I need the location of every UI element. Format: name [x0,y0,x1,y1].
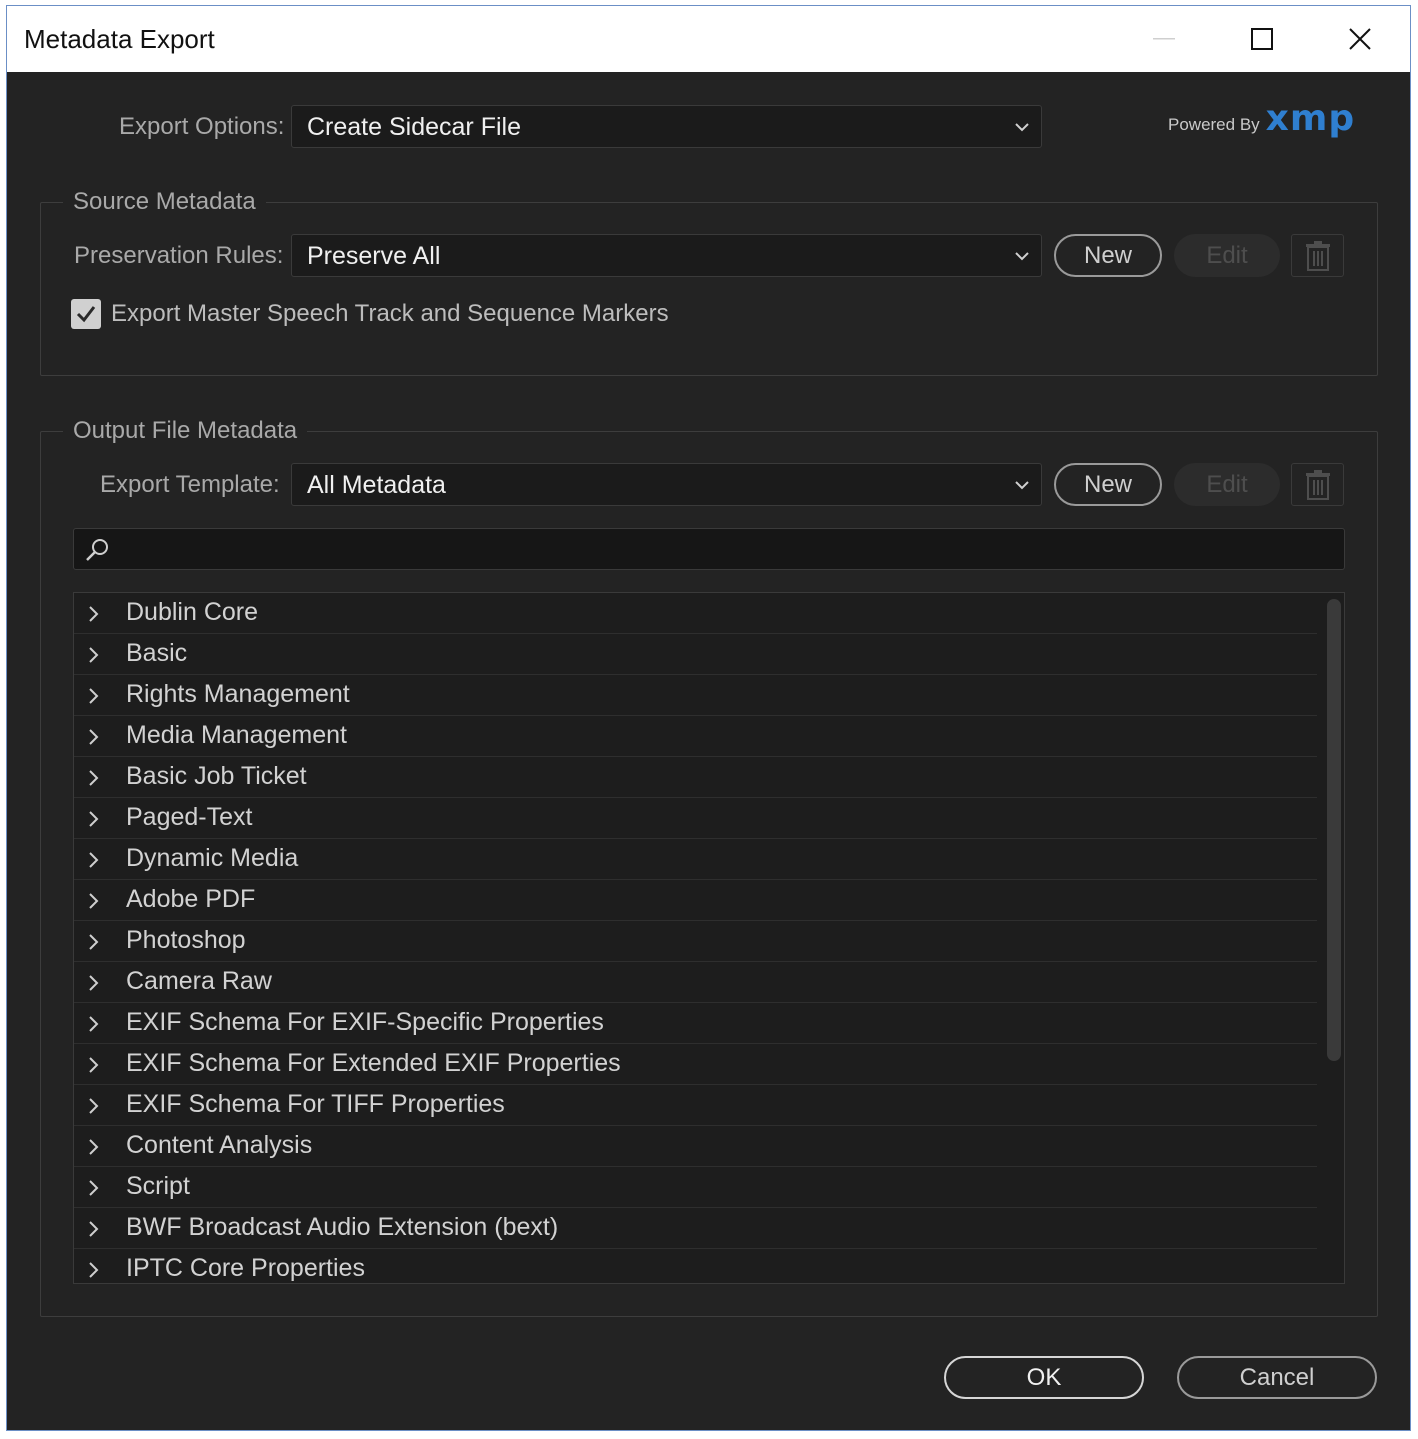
tree-row[interactable]: Dynamic Media [74,839,1317,880]
chevron-right-icon[interactable] [86,1138,100,1161]
chevron-right-icon[interactable] [86,1015,100,1038]
cancel-button[interactable]: Cancel [1177,1356,1377,1399]
export-template-label: Export Template: [100,471,280,498]
export-template-value: All Metadata [307,471,446,499]
output-file-metadata-title: Output File Metadata [63,417,308,445]
tree-row-label: Basic Job Ticket [126,762,307,790]
preservation-rules-dropdown[interactable]: Preserve All [291,234,1042,277]
template-delete-button[interactable] [1291,463,1344,506]
metadata-search-input[interactable] [73,528,1345,570]
export-speech-markers-checkbox[interactable] [71,299,101,329]
tree-row[interactable]: EXIF Schema For TIFF Properties [74,1085,1317,1126]
tree-row-label: Media Management [126,721,347,749]
xmp-logo-text: xmp [1265,98,1356,139]
preservation-edit-button[interactable]: Edit [1174,234,1280,277]
tree-row[interactable]: EXIF Schema For EXIF-Specific Properties [74,1003,1317,1044]
tree-row[interactable]: Adobe PDF [74,880,1317,921]
tree-row-label: Basic [126,639,188,667]
tree-row[interactable]: Paged-Text [74,798,1317,839]
source-metadata-title: Source Metadata [63,188,266,216]
tree-row[interactable]: Basic [74,634,1317,675]
source-metadata-group [40,202,1378,376]
chevron-right-icon[interactable] [86,605,100,628]
chevron-right-icon[interactable] [86,687,100,710]
chevron-right-icon[interactable] [86,1056,100,1079]
trash-icon [1305,240,1330,271]
chevron-right-icon[interactable] [86,851,100,874]
export-speech-markers-label: Export Master Speech Track and Sequence … [111,300,669,327]
export-options-value: Create Sidecar File [307,113,521,141]
minimize-button[interactable] [1115,6,1213,72]
tree-row[interactable]: EXIF Schema For Extended EXIF Properties [74,1044,1317,1085]
template-edit-button[interactable]: Edit [1174,463,1280,506]
tree-row-label: Rights Management [126,680,350,708]
tree-row-label: EXIF Schema For TIFF Properties [126,1090,505,1118]
search-icon [84,536,112,569]
tree-row[interactable]: Dublin Core [74,593,1317,634]
tree-row-label: Adobe PDF [126,885,256,913]
tree-row-label: EXIF Schema For EXIF-Specific Properties [126,1008,604,1036]
chevron-right-icon[interactable] [86,1097,100,1120]
tree-row-label: Content Analysis [126,1131,313,1159]
tree-row-label: IPTC Core Properties [126,1254,365,1282]
title-bar: Metadata Export [7,6,1410,72]
tree-row[interactable]: Photoshop [74,921,1317,962]
chevron-right-icon[interactable] [86,933,100,956]
tree-row[interactable]: BWF Broadcast Audio Extension (bext) [74,1208,1317,1249]
tree-scrollbar[interactable] [1327,599,1341,1061]
chevron-right-icon[interactable] [86,769,100,792]
metadata-schema-tree: Dublin Core Basic Rights Management Media M… [73,592,1345,1284]
chevron-right-icon[interactable] [86,1261,100,1283]
maximize-button[interactable] [1213,6,1311,72]
close-button[interactable] [1311,6,1409,72]
close-icon [1349,28,1371,50]
tree-row-label: BWF Broadcast Audio Extension (bext) [126,1213,559,1241]
chevron-right-icon[interactable] [86,974,100,997]
tree-row[interactable]: IPTC Core Properties [74,1249,1317,1283]
tree-row[interactable]: Camera Raw [74,962,1317,1003]
powered-by-xmp-logo: Powered By xmp [1168,98,1355,139]
tree-row-label: EXIF Schema For Extended EXIF Properties [126,1049,621,1077]
preservation-rules-label: Preservation Rules: [74,242,284,269]
export-options-dropdown[interactable]: Create Sidecar File [291,105,1042,148]
tree-row[interactable]: Rights Management [74,675,1317,716]
chevron-right-icon[interactable] [86,892,100,915]
chevron-right-icon[interactable] [86,728,100,751]
powered-by-text: Powered By [1168,115,1260,134]
ok-button[interactable]: OK [944,1356,1144,1399]
chevron-right-icon[interactable] [86,1179,100,1202]
minimize-icon [1153,38,1175,40]
template-new-button[interactable]: New [1054,463,1162,506]
window-title: Metadata Export [24,24,215,54]
metadata-export-dialog: Metadata Export Export Options: Create S… [6,5,1411,1431]
preservation-delete-button[interactable] [1291,234,1344,277]
tree-row-label: Photoshop [126,926,246,954]
chevron-down-icon [1013,476,1031,499]
checkmark-icon [76,306,96,323]
trash-icon [1305,469,1330,500]
tree-row[interactable]: Media Management [74,716,1317,757]
chevron-right-icon[interactable] [86,646,100,669]
tree-row-label: Dublin Core [126,598,259,626]
tree-row[interactable]: Basic Job Ticket [74,757,1317,798]
tree-row-label: Paged-Text [126,803,253,831]
preservation-rules-value: Preserve All [307,242,441,270]
export-options-label: Export Options: [119,113,285,140]
maximize-icon [1251,28,1273,50]
preservation-new-button[interactable]: New [1054,234,1162,277]
tree-row[interactable]: Script [74,1167,1317,1208]
chevron-down-icon [1013,118,1031,141]
tree-row[interactable]: Content Analysis [74,1126,1317,1167]
tree-row-label: Script [126,1172,190,1200]
tree-row-label: Dynamic Media [126,844,299,872]
export-template-dropdown[interactable]: All Metadata [291,463,1042,506]
chevron-down-icon [1013,247,1031,270]
chevron-right-icon[interactable] [86,810,100,833]
tree-row-label: Camera Raw [126,967,272,995]
chevron-right-icon[interactable] [86,1220,100,1243]
